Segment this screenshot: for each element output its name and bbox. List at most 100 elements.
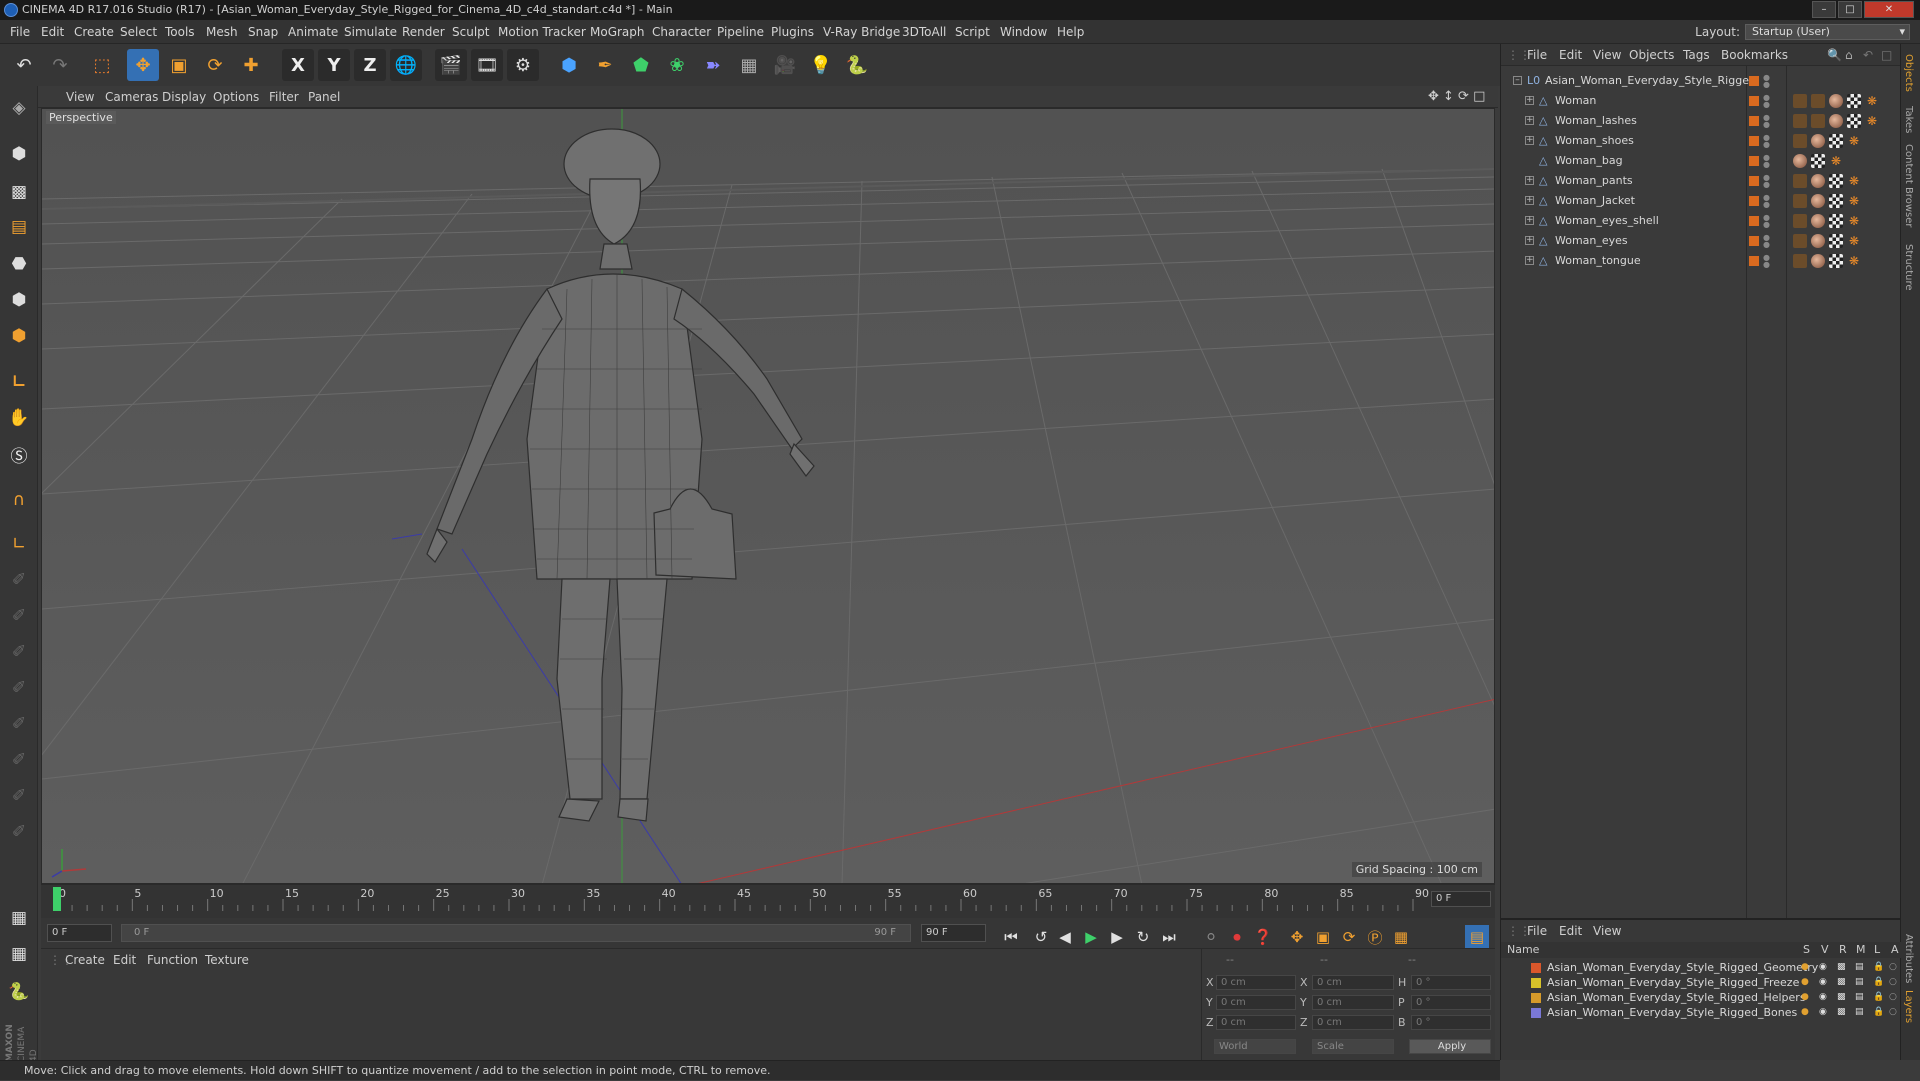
coordinate-mode-select[interactable]: World — [1214, 1039, 1296, 1054]
menu-vray-bridge[interactable]: V-Ray Bridge — [823, 20, 900, 44]
render-settings-button[interactable]: ⚙ — [507, 49, 539, 81]
camera-object-button[interactable]: 🎥 — [769, 49, 801, 81]
frame-range-slider[interactable]: 0 F 90 F — [121, 924, 911, 942]
layers-menu-edit[interactable]: Edit — [1559, 920, 1582, 942]
size-y-field[interactable]: 0 cm — [1312, 995, 1394, 1010]
floor-object-button[interactable]: ▦ — [733, 49, 765, 81]
start-frame-field[interactable]: 0 F — [47, 924, 112, 942]
search-icon[interactable]: 🔍 — [1827, 44, 1842, 66]
render-picture-viewer-button[interactable]: 🎞 — [471, 49, 503, 81]
go-to-start-button[interactable]: ⏮ — [999, 925, 1023, 949]
texture-tag-icon[interactable] — [1829, 134, 1843, 148]
next-frame-button[interactable]: ▶ — [1105, 925, 1129, 949]
material-tag-icon[interactable] — [1811, 134, 1825, 148]
cube-object-button[interactable]: ⬢ — [553, 49, 585, 81]
solo-icon[interactable]: ● — [1801, 975, 1809, 990]
viewport-menu-view[interactable]: View — [66, 86, 94, 108]
position-y-field[interactable]: 0 cm — [1216, 995, 1296, 1010]
menu-3dtoall[interactable]: 3DToAll — [902, 20, 946, 44]
maximize-button[interactable]: □ — [1838, 1, 1862, 18]
previous-frame-button[interactable]: ◀ — [1053, 925, 1077, 949]
ik-tag-icon[interactable] — [1793, 94, 1807, 108]
tab-content-browser[interactable]: Content Browser — [1903, 144, 1914, 227]
previous-key-button[interactable]: ↺ — [1029, 925, 1053, 949]
material-tag-icon[interactable] — [1811, 234, 1825, 248]
material-tag-icon[interactable] — [1793, 154, 1807, 168]
texture-tag-icon[interactable] — [1829, 234, 1843, 248]
visibility-dots[interactable]: ● ● — [1763, 74, 1770, 89]
layer-row[interactable]: Asian_Woman_Everyday_Style_Rigged_Geomet… — [1501, 960, 1901, 975]
scale-tool-button[interactable]: ▣ — [163, 49, 195, 81]
brush-tool-3[interactable]: ✐ — [3, 636, 35, 668]
brush-tool-6[interactable]: ✐ — [3, 744, 35, 776]
light-object-button[interactable]: 💡 — [805, 49, 837, 81]
menu-sculpt[interactable]: Sculpt — [452, 20, 489, 44]
expand-icon[interactable]: + — [1525, 196, 1534, 205]
material-tag-icon[interactable] — [1829, 94, 1843, 108]
menu-render[interactable]: Render — [402, 20, 445, 44]
menu-tools[interactable]: Tools — [165, 20, 195, 44]
snap-button[interactable]: Ⓢ — [3, 438, 35, 470]
back-icon[interactable]: ↶ — [1863, 44, 1873, 66]
rotation-p-field[interactable]: 0 ° — [1411, 995, 1491, 1010]
render-view-button[interactable]: 🎬 — [435, 49, 467, 81]
objects-menu-bookmarks[interactable]: Bookmarks — [1721, 44, 1788, 66]
expand-icon[interactable]: + — [1525, 136, 1534, 145]
layers-menu-view[interactable]: View — [1593, 920, 1621, 942]
viewport-menu-cameras[interactable]: Cameras — [105, 86, 158, 108]
visibility-dots[interactable]: ● ● — [1763, 114, 1770, 129]
menu-file[interactable]: File — [10, 20, 30, 44]
pose-tag-icon[interactable]: ❋ — [1847, 134, 1861, 148]
home-icon[interactable]: ⌂ — [1845, 44, 1853, 66]
new-window-icon[interactable]: □ — [1881, 44, 1892, 66]
render-icon[interactable]: ▩ — [1837, 990, 1846, 1005]
objects-menu-objects[interactable]: Objects — [1629, 44, 1674, 66]
ik-tag-icon[interactable] — [1793, 134, 1807, 148]
visibility-dots[interactable]: ● ● — [1763, 154, 1770, 169]
texture-tag-icon[interactable] — [1829, 214, 1843, 228]
layer-color-swatch[interactable] — [1531, 1008, 1541, 1018]
animation-icon[interactable]: ○ — [1889, 1005, 1897, 1020]
size-x-field[interactable]: 0 cm — [1312, 975, 1394, 990]
layer-color-swatch[interactable] — [1531, 993, 1541, 1003]
make-editable-button[interactable]: ◈ — [3, 92, 35, 124]
undo-button[interactable]: ↶ — [8, 49, 40, 81]
visibility-dots[interactable]: ● ● — [1763, 254, 1770, 269]
eye-icon[interactable]: ◉ — [1819, 975, 1827, 990]
objects-menu-tags[interactable]: Tags — [1683, 44, 1710, 66]
ik-tag-icon[interactable] — [1793, 174, 1807, 188]
tweak-mode-button[interactable]: ✋ — [3, 402, 35, 434]
material-menu-edit[interactable]: Edit — [113, 949, 136, 971]
ik-tag-icon[interactable] — [1811, 94, 1825, 108]
soft-selection-button[interactable]: ▦ — [3, 938, 35, 970]
layer-color-swatch[interactable] — [1531, 963, 1541, 973]
viewport-menu-panel[interactable]: Panel — [308, 86, 340, 108]
menu-script[interactable]: Script — [955, 20, 990, 44]
object-row[interactable]: + △ Woman_pants ● ● ❋ — [1501, 171, 1901, 191]
tab-takes[interactable]: Takes — [1903, 106, 1914, 133]
workplane-button[interactable]: ∟ — [3, 528, 35, 560]
apply-button[interactable]: Apply — [1409, 1039, 1491, 1054]
animation-icon[interactable]: ○ — [1889, 975, 1897, 990]
size-z-field[interactable]: 0 cm — [1312, 1015, 1394, 1030]
menu-mesh[interactable]: Mesh — [206, 20, 238, 44]
perspective-viewport[interactable]: Perspective Grid Spacing : 100 cm — [41, 108, 1495, 884]
object-row[interactable]: △ Woman_bag ● ● ❋ — [1501, 151, 1901, 171]
menu-edit[interactable]: Edit — [41, 20, 64, 44]
redo-button[interactable]: ↷ — [44, 49, 76, 81]
key-pla-button[interactable]: ▦ — [1389, 925, 1413, 949]
material-menu-texture[interactable]: Texture — [205, 949, 249, 971]
lock-grid-button[interactable]: ▦ — [3, 902, 35, 934]
tab-layers[interactable]: Layers — [1903, 990, 1914, 1023]
material-tag-icon[interactable] — [1811, 174, 1825, 188]
brush-tool-4[interactable]: ✐ — [3, 672, 35, 704]
material-tag-icon[interactable] — [1811, 254, 1825, 268]
material-tag-icon[interactable] — [1811, 194, 1825, 208]
autokey-button[interactable]: ⏺ — [1225, 925, 1249, 949]
position-x-field[interactable]: 0 cm — [1216, 975, 1296, 990]
deformer-button[interactable]: ➽ — [697, 49, 729, 81]
tab-attributes[interactable]: Attributes — [1903, 934, 1914, 983]
array-generator-button[interactable]: ❀ — [661, 49, 693, 81]
brush-tool-1[interactable]: ✐ — [3, 564, 35, 596]
object-row[interactable]: + △ Woman_eyes ● ● ❋ — [1501, 231, 1901, 251]
